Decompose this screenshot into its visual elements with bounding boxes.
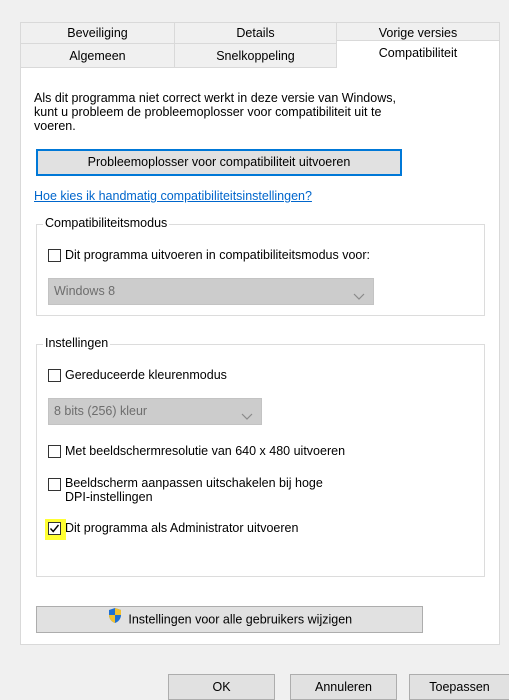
compat-mode-title: Compatibiliteitsmodus (43, 216, 170, 230)
tab-algemeen[interactable]: Algemeen (20, 43, 175, 68)
ok-button-label: OK (212, 680, 231, 694)
dpi-checkbox[interactable] (48, 478, 61, 491)
admin-label: Dit programma als Administrator uitvoere… (65, 521, 299, 535)
tab-label: Beveiliging (67, 26, 128, 40)
manual-settings-link[interactable]: Hoe kies ik handmatig compatibiliteitsin… (34, 189, 312, 203)
all-users-button[interactable]: Instellingen voor alle gebruikers wijzig… (36, 606, 423, 633)
reduced-color-checkbox[interactable] (48, 369, 61, 382)
chevron-down-icon (353, 285, 365, 310)
tab-panel-compatibiliteit: Als dit programma niet correct werkt in … (20, 67, 500, 645)
apply-button-label: Toepassen (429, 680, 490, 694)
tab-compatibiliteit[interactable]: Compatibiliteit (336, 40, 500, 68)
intro-line-2: kunt u probleem de probleemoplosser voor… (34, 105, 382, 119)
tab-label: Vorige versies (378, 26, 458, 40)
ok-button[interactable]: OK (168, 674, 275, 700)
troubleshoot-button-label: Probleemoplosser voor compatibiliteit ui… (87, 155, 351, 169)
cancel-button-label: Annuleren (315, 680, 372, 694)
apply-button[interactable]: Toepassen (409, 674, 509, 700)
admin-checkbox[interactable] (48, 522, 61, 535)
shield-icon (107, 607, 123, 633)
intro-line-1: Als dit programma niet correct werkt in … (34, 91, 396, 105)
dpi-label-line-2: DPI-instellingen (65, 490, 153, 504)
chevron-down-icon (241, 405, 253, 430)
checkmark-icon (49, 524, 60, 533)
compat-mode-select[interactable]: Windows 8 (48, 278, 374, 305)
compat-mode-group: Compatibiliteitsmodus Dit programma uitv… (36, 216, 485, 316)
manual-settings-link-text[interactable]: Hoe kies ik handmatig compatibiliteitsin… (34, 189, 312, 203)
troubleshoot-button[interactable]: Probleemoplosser voor compatibiliteit ui… (36, 149, 402, 176)
dpi-label-line-1: Beeldscherm aanpassen uitschakelen bij h… (65, 476, 323, 490)
color-mode-select-value: 8 bits (256) kleur (54, 404, 148, 418)
tab-details[interactable]: Details (174, 22, 337, 44)
compat-mode-checkbox[interactable] (48, 249, 61, 262)
resolution-label: Met beeldschermresolutie van 640 x 480 u… (65, 444, 346, 458)
compat-mode-label: Dit programma uitvoeren in compatibilite… (65, 248, 370, 262)
reduced-color-label: Gereduceerde kleurenmodus (65, 368, 227, 382)
tab-label: Details (236, 26, 275, 40)
resolution-checkbox[interactable] (48, 445, 61, 458)
all-users-button-label: Instellingen voor alle gebruikers wijzig… (128, 612, 353, 627)
tab-label: Snelkoppeling (216, 49, 295, 63)
intro-line-3: voeren. (34, 119, 76, 133)
compat-mode-select-value: Windows 8 (54, 284, 116, 298)
tab-label: Algemeen (69, 49, 126, 63)
cancel-button[interactable]: Annuleren (290, 674, 397, 700)
color-mode-select[interactable]: 8 bits (256) kleur (48, 398, 262, 425)
settings-title: Instellingen (43, 336, 111, 350)
tab-label: Compatibiliteit (378, 46, 458, 60)
tab-beveiliging[interactable]: Beveiliging (20, 22, 175, 44)
tab-snelkoppeling[interactable]: Snelkoppeling (174, 43, 337, 68)
settings-group: Instellingen Gereduceerde kleurenmodus 8… (36, 336, 485, 577)
